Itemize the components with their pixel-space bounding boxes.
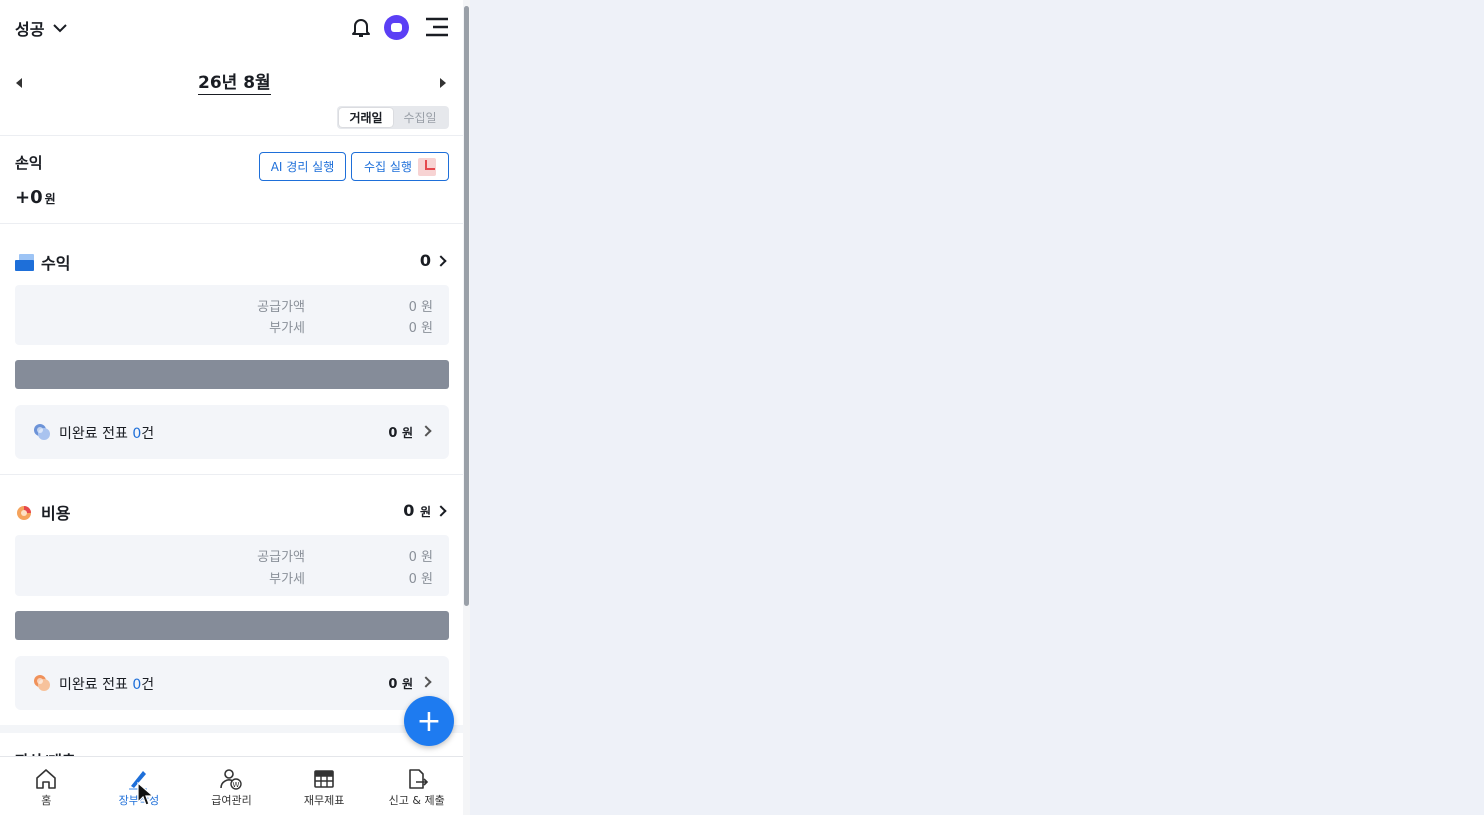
chat-avatar-icon[interactable] — [384, 15, 409, 40]
date-type-toggle: 거래일 수집일 — [337, 106, 449, 129]
expense-pending-count: 0 — [132, 677, 142, 693]
divider — [0, 474, 463, 475]
expense-vat-label: 부가세 — [269, 572, 305, 587]
revenue-pending-text: 미완료 전표 0건 — [59, 423, 154, 443]
revenue-supply-label: 공급가액 — [257, 300, 305, 315]
chevron-right-icon — [435, 504, 447, 517]
revenue-vat-label: 부가세 — [269, 321, 305, 336]
next-month-icon[interactable] — [440, 78, 446, 88]
coin-icon — [34, 424, 50, 440]
chevron-down-icon — [53, 24, 68, 33]
expense-pending-suffix: 건 — [141, 677, 155, 693]
home-icon — [36, 769, 57, 789]
revenue-breakdown: 공급가액 0 원 부가세 0 원 — [15, 285, 449, 345]
add-entry-button[interactable]: + — [404, 696, 454, 746]
collect-icon — [417, 157, 436, 176]
expense-breakdown: 공급가액 0 원 부가세 0 원 — [15, 535, 449, 596]
expense-supply-value: 0 원 — [408, 550, 433, 565]
expense-pending-amount-value: 0 — [388, 677, 398, 692]
profit-loss-amount: 0 — [30, 187, 43, 208]
table-icon — [314, 770, 334, 788]
expense-icon — [17, 505, 31, 520]
tab-financial-statements[interactable]: 재무제표 — [278, 757, 371, 815]
expense-supply-label: 공급가액 — [257, 550, 305, 565]
payroll-icon: W — [220, 769, 243, 790]
revenue-pending-suffix: 건 — [141, 426, 155, 442]
chevron-right-icon — [420, 425, 432, 437]
chevron-right-icon — [435, 254, 447, 267]
divider — [0, 135, 463, 136]
expense-total-wrap: 0 원 — [403, 501, 431, 520]
expense-pending-unit: 원 — [401, 677, 413, 691]
divider — [0, 223, 463, 224]
revenue-pending-amount: 0 원 — [388, 424, 413, 441]
expense-total: 0 — [403, 501, 415, 520]
collect-run-label: 수집 실행 — [364, 160, 412, 174]
revenue-pending-prefix: 미완료 전표 — [59, 426, 133, 442]
tab-financial-statements-label: 재무제표 — [303, 794, 345, 807]
tab-home[interactable]: 홈 — [0, 757, 93, 815]
toggle-transaction-date[interactable]: 거래일 — [339, 108, 393, 127]
report-icon — [408, 769, 428, 789]
panel-scrollbar[interactable] — [463, 0, 470, 815]
bottom-tab-bar: 홈 장부작성 W 급여관리 재무제표 신고 & 제출 — [0, 756, 463, 815]
tab-home-label: 홈 — [41, 794, 52, 807]
revenue-vat-value: 0 원 — [408, 321, 433, 336]
expense-title: 비용 — [41, 504, 71, 523]
month-label[interactable]: 26년 8월 — [198, 73, 271, 95]
ai-bookkeeper-button[interactable]: AI 경리 실행 — [259, 152, 346, 181]
mouse-cursor-icon — [137, 782, 155, 806]
revenue-pending-amount-value: 0 — [388, 426, 398, 441]
company-selector[interactable]: 성공 — [15, 16, 68, 40]
revenue-supply-value: 0 원 — [408, 300, 433, 315]
scrollbar-thumb[interactable] — [464, 6, 469, 606]
revenue-icon — [15, 253, 34, 271]
revenue-pending-unit: 원 — [401, 426, 413, 440]
prev-month-icon[interactable] — [16, 78, 22, 88]
expense-header: 비용 — [15, 500, 70, 524]
profit-loss-sign: + — [15, 187, 31, 208]
expense-total-unit: 원 — [419, 505, 431, 519]
revenue-title: 수익 — [41, 254, 71, 273]
expense-pending-prefix: 미완료 전표 — [59, 677, 133, 693]
expense-pending-vouchers[interactable]: 미완료 전표 0건 0 원 — [15, 656, 449, 710]
month-navigator: 26년 8월 — [0, 64, 463, 104]
profit-loss-title: 손익 — [15, 154, 43, 172]
revenue-pending-count: 0 — [132, 426, 142, 442]
profit-loss-unit: 원 — [44, 192, 56, 206]
tab-filing[interactable]: 신고 & 제출 — [370, 757, 463, 815]
revenue-total-link[interactable]: 0 — [420, 251, 448, 270]
revenue-total: 0 — [419, 251, 431, 270]
top-bar: 성공 — [0, 0, 463, 56]
toggle-collection-date[interactable]: 수집일 — [393, 108, 447, 127]
company-name: 성공 — [15, 20, 45, 39]
main-panel: 성공 26년 8월 거래일 수집일 손익 +0 원 AI 경리 실행 수집 실행 … — [0, 0, 463, 815]
content-area — [470, 0, 1484, 815]
tab-payroll-label: 급여관리 — [211, 794, 252, 807]
menu-icon[interactable] — [425, 17, 449, 37]
tab-filing-label: 신고 & 제출 — [388, 794, 445, 807]
revenue-header: 수익 — [15, 250, 70, 274]
ai-bookkeeper-label: AI 경리 실행 — [270, 160, 335, 174]
collect-run-button[interactable]: 수집 실행 — [351, 152, 449, 181]
expense-total-link[interactable]: 0 원 — [403, 501, 448, 520]
revenue-pending-vouchers[interactable]: 미완료 전표 0건 0 원 — [15, 405, 449, 459]
tab-payroll[interactable]: W 급여관리 — [185, 757, 278, 815]
chevron-right-icon — [420, 676, 432, 688]
coin-icon — [34, 675, 50, 691]
svg-text:W: W — [233, 781, 240, 789]
expense-vat-value: 0 원 — [408, 572, 433, 587]
revenue-progress-bar — [15, 360, 449, 389]
bell-icon[interactable] — [349, 15, 373, 39]
expense-progress-bar — [15, 611, 449, 640]
expense-pending-amount: 0 원 — [388, 675, 413, 692]
profit-loss-value: +0 원 — [15, 187, 56, 208]
expense-pending-text: 미완료 전표 0건 — [59, 674, 154, 694]
section-divider — [0, 725, 463, 733]
